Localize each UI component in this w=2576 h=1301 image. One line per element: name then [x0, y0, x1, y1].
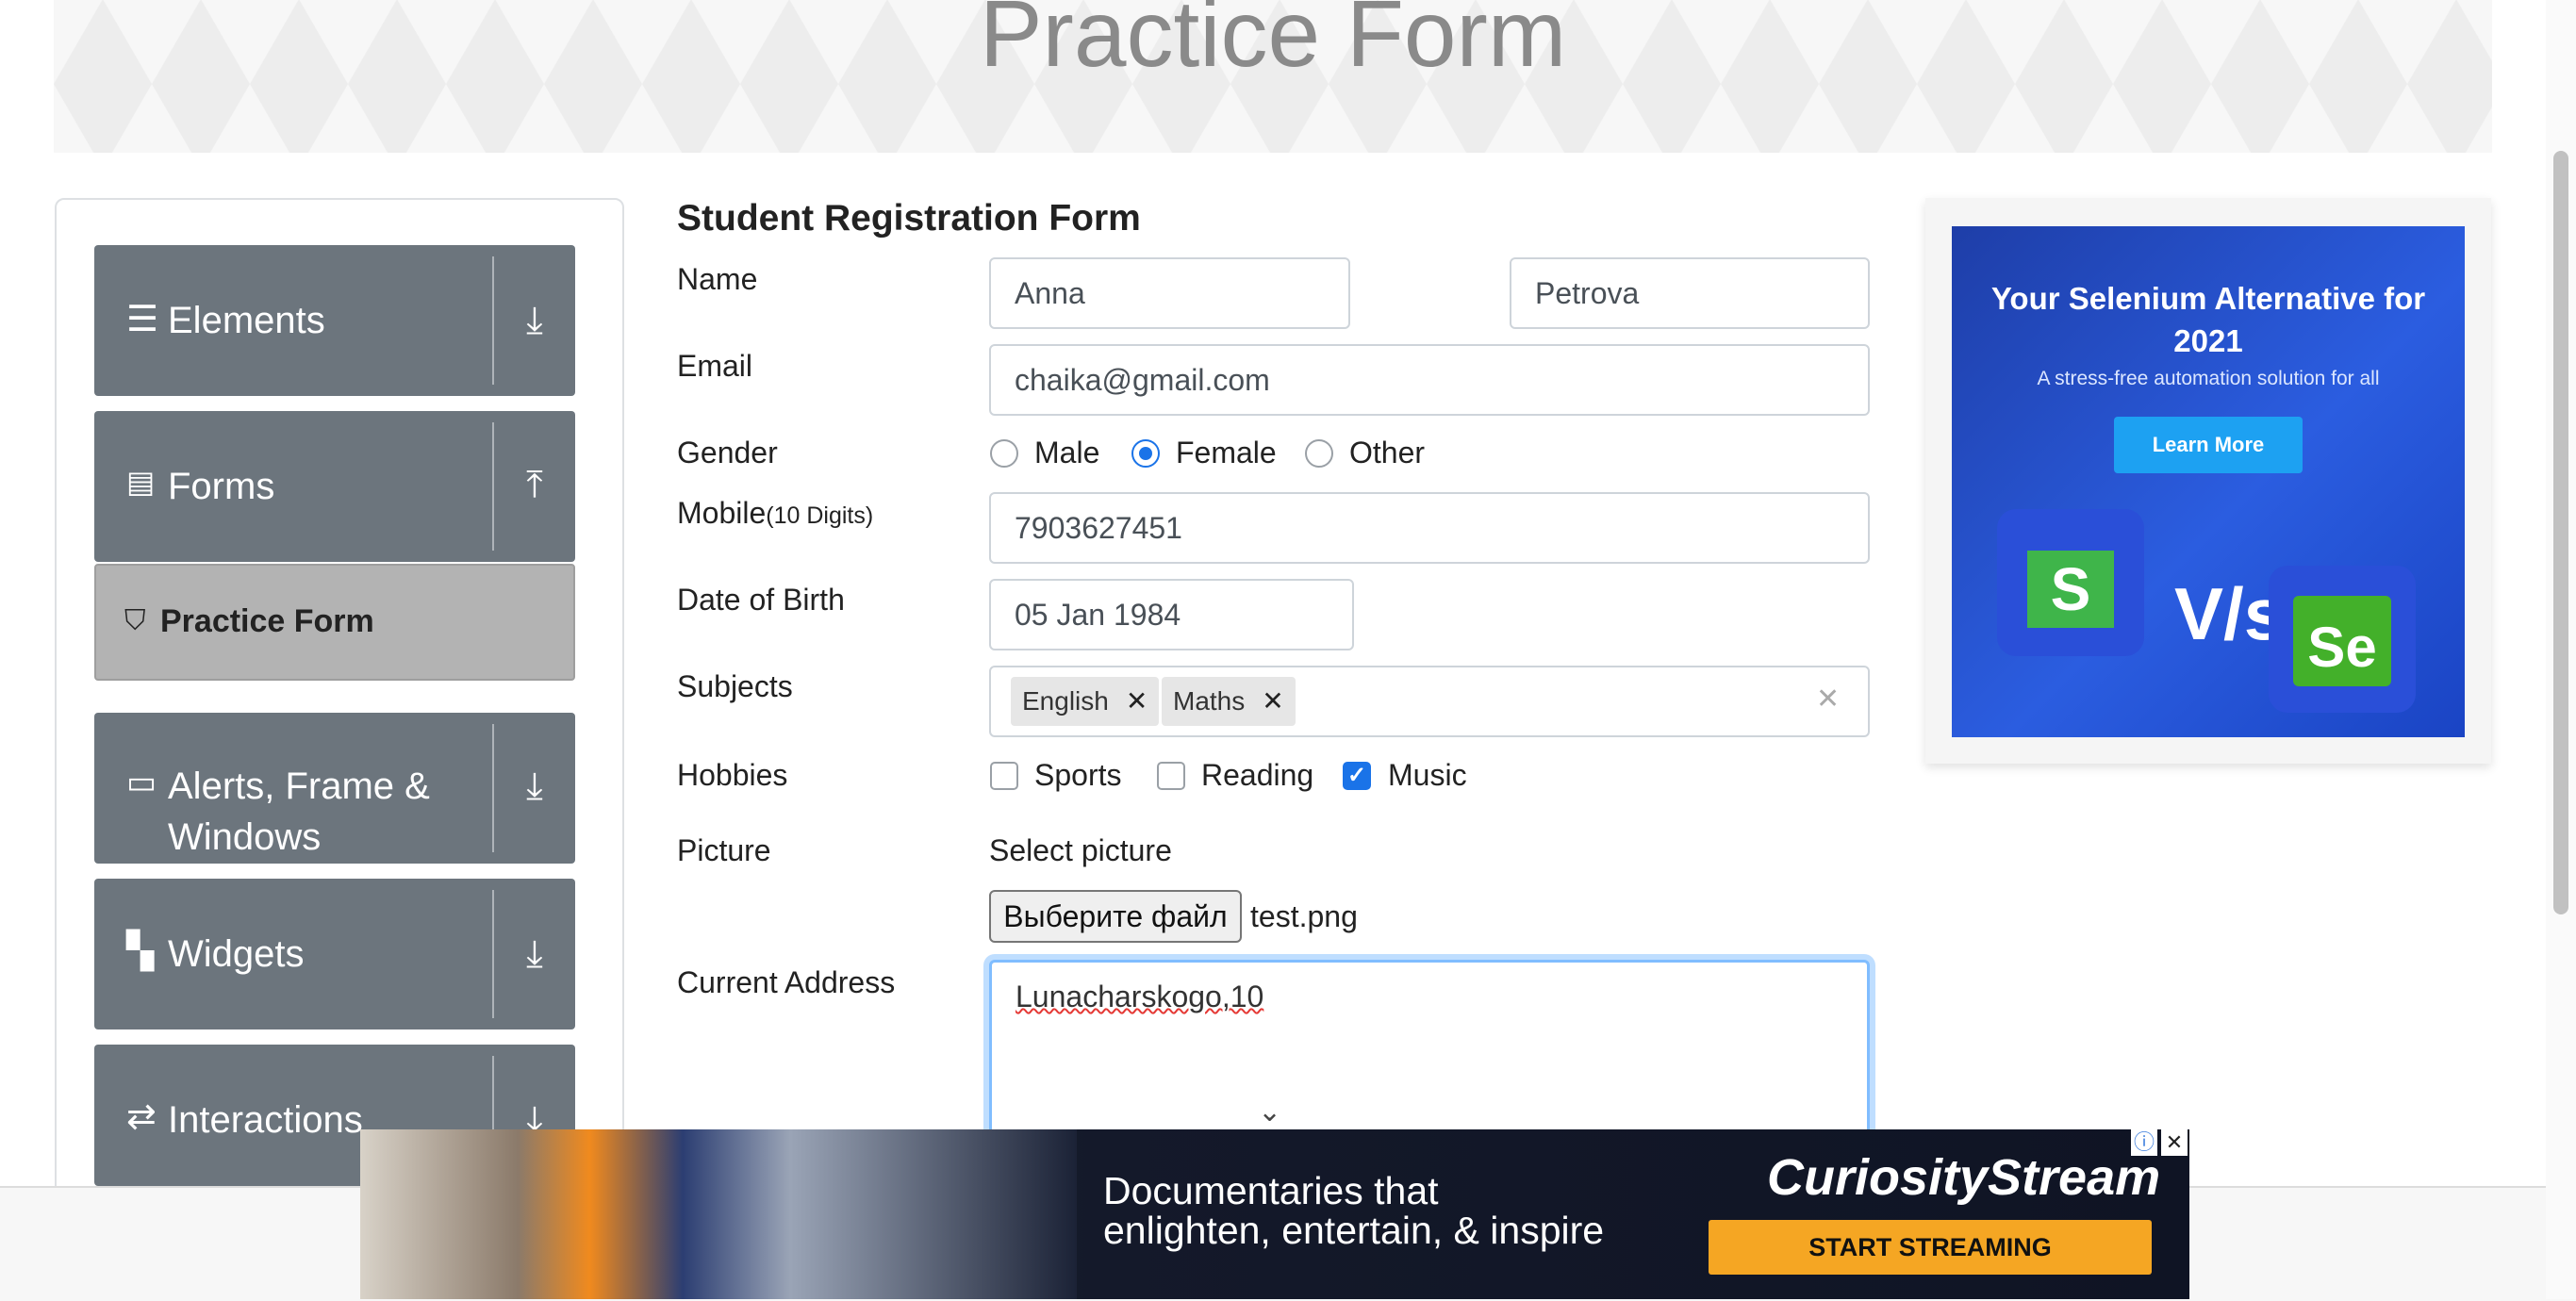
gender-female-radio[interactable]: [1131, 439, 1160, 468]
ad-text-line: enlighten, entertain, & inspire: [1103, 1209, 1605, 1252]
gender-other-label[interactable]: Other: [1349, 436, 1425, 470]
sidebar-group-label: Elements: [168, 300, 325, 341]
sidebar-group-elements[interactable]: ☰ Elements ⤓: [94, 245, 575, 396]
selenium-ad[interactable]: Your Selenium Alternative for 2021 A str…: [1952, 226, 2465, 737]
remove-chip-icon[interactable]: ✕: [1262, 686, 1283, 716]
file-name: test.png: [1250, 899, 1358, 933]
hobby-sports-label[interactable]: Sports: [1034, 758, 1121, 793]
sidebar-item-practice-form[interactable]: ⛉ Practice Form: [94, 564, 575, 681]
dob-label: Date of Birth: [677, 583, 845, 617]
picture-label: Picture: [677, 833, 771, 867]
learn-more-button[interactable]: Learn More: [2114, 417, 2303, 473]
widgets-icon: ▚: [126, 931, 155, 971]
download-arrow-icon[interactable]: ⤓: [509, 933, 560, 976]
download-arrow-icon[interactable]: ⤓: [509, 300, 560, 342]
gender-label: Gender: [677, 436, 778, 469]
ad-info-icon[interactable]: ⓘ: [2131, 1129, 2157, 1156]
divider: [492, 890, 494, 1018]
form-title: Student Registration Form: [677, 198, 1141, 239]
sidebar-group-label: Forms: [168, 466, 275, 507]
mobile-label-hint: (10 Digits): [766, 502, 874, 529]
gender-female-label[interactable]: Female: [1176, 436, 1277, 470]
curiositystream-ad[interactable]: Documentaries that enlighten, entertain,…: [360, 1129, 2189, 1299]
logo-tile: S: [1997, 509, 2144, 656]
subject-chip: English ✕: [1011, 677, 1160, 726]
hobby-reading-label[interactable]: Reading: [1201, 758, 1313, 793]
s-logo: S: [2027, 551, 2114, 628]
hamburger-icon: ☰: [126, 300, 159, 339]
hobby-reading-checkbox[interactable]: [1157, 762, 1185, 790]
mobile-label: Mobile(10 Digits): [677, 496, 873, 531]
download-arrow-icon[interactable]: ⤓: [509, 766, 560, 808]
interactions-icon: ⇄: [126, 1097, 157, 1137]
clear-all-icon[interactable]: ✕: [1816, 683, 1840, 716]
document-icon: ▤: [126, 465, 156, 499]
first-name-input[interactable]: Anna: [989, 257, 1350, 329]
hobby-sports-checkbox[interactable]: [990, 762, 1018, 790]
subject-chip-label: Maths: [1173, 686, 1246, 716]
name-label: Name: [677, 262, 758, 296]
sidebar-group-label: Widgets: [168, 933, 305, 975]
sidebar-group-label-line2: Windows: [168, 816, 322, 858]
chevron-down-icon[interactable]: ⌄: [1258, 1095, 1281, 1128]
scrollbar-thumb[interactable]: [2553, 151, 2568, 914]
ad-subtext: A stress-free automation solution for al…: [2037, 368, 2380, 389]
divider: [492, 256, 494, 385]
upload-arrow-icon[interactable]: ⤒: [509, 464, 560, 506]
hobby-music-checkbox[interactable]: ✓: [1343, 762, 1371, 790]
sidebar-group-widgets[interactable]: ▚ Widgets ⤓: [94, 879, 575, 1029]
subject-chip-label: English: [1022, 686, 1109, 716]
ad-headline: Your Selenium Alternative for 2021: [1990, 281, 2426, 358]
subject-chip: Maths ✕: [1162, 677, 1296, 726]
last-name-input[interactable]: Petrova: [1510, 257, 1870, 329]
email-label: Email: [677, 349, 753, 383]
gender-other-radio[interactable]: [1305, 439, 1333, 468]
start-streaming-button[interactable]: START STREAMING: [1709, 1220, 2152, 1275]
ad-text-line: Documentaries that: [1103, 1169, 1439, 1212]
divider: [492, 422, 494, 551]
window-icon: ▭: [126, 765, 157, 800]
mobile-input[interactable]: 7903627451: [989, 492, 1870, 564]
close-icon[interactable]: ✕: [2161, 1129, 2188, 1156]
sidebar-group-label: Interactions: [168, 1099, 363, 1141]
choose-file-button[interactable]: Выберите файл: [989, 890, 1242, 943]
email-input[interactable]: chaika@gmail.com: [989, 344, 1870, 416]
page-title: Practice Form: [979, 0, 1567, 87]
divider: [492, 724, 494, 852]
remove-chip-icon[interactable]: ✕: [1126, 686, 1148, 716]
dob-input[interactable]: 05 Jan 1984: [989, 579, 1354, 650]
selenium-logo: Se: [2293, 596, 2391, 686]
mobile-label-text: Mobile: [677, 496, 767, 530]
address-label: Current Address: [677, 965, 896, 999]
gender-male-label[interactable]: Male: [1034, 436, 1099, 470]
address-text: Lunacharskogo,10: [1016, 980, 1264, 1013]
logo-tile: Se: [2269, 566, 2416, 713]
sidebar-group-alerts[interactable]: ▭ Alerts, Frame & Windows ⤓: [94, 713, 575, 864]
ad-text: Documentaries that enlighten, entertain,…: [1103, 1171, 1604, 1250]
ad-brand: CuriosityStream: [1767, 1149, 2161, 1206]
page-banner: Practice Form: [54, 0, 2492, 153]
select-picture-label: Select picture: [989, 833, 1172, 867]
gender-male-radio[interactable]: [990, 439, 1018, 468]
ad-image: [360, 1129, 1077, 1299]
html5-icon: ⛉: [124, 605, 146, 636]
sidebar-item-label: Practice Form: [160, 603, 374, 639]
hobby-music-label[interactable]: Music: [1388, 758, 1467, 793]
sidebar-group-forms[interactable]: ▤ Forms ⤒: [94, 411, 575, 562]
subjects-label: Subjects: [677, 669, 793, 703]
hobbies-label: Hobbies: [677, 758, 788, 792]
sidebar-group-label: Alerts, Frame &: [168, 766, 430, 807]
